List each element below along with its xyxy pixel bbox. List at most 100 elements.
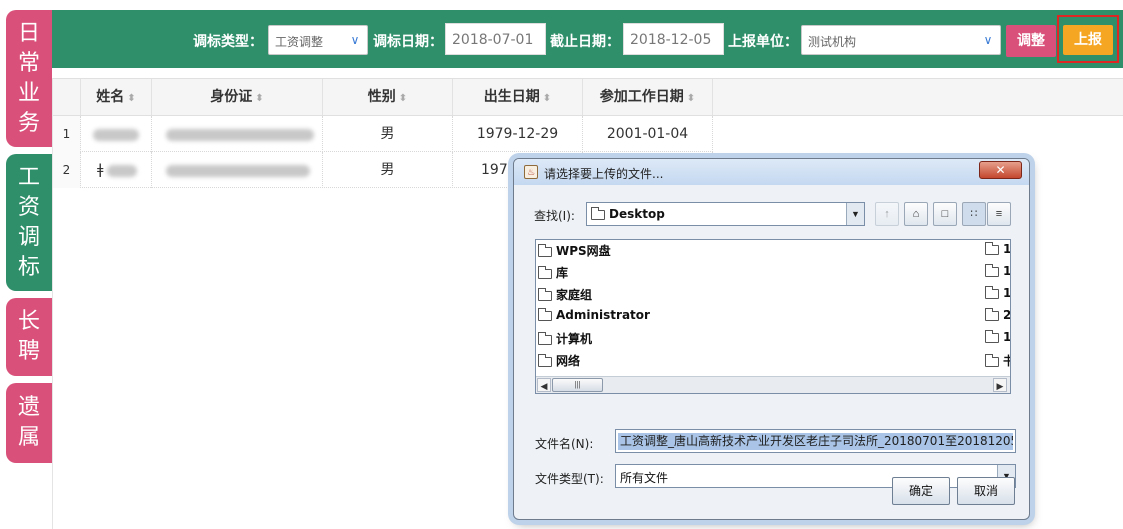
header-name[interactable]: 姓名 ⬍ (81, 79, 152, 115)
up-folder-icon[interactable]: ↑ (875, 202, 899, 226)
header-birth[interactable]: 出生日期 ⬍ (453, 79, 583, 115)
file-item[interactable]: WPS网盘 (538, 242, 611, 262)
date-input[interactable]: 2018-07-01 (445, 23, 546, 55)
app-window: 日 常 业 务 工 资 调 标 长 聘 遗 属 调标类型： 工资调整 ∨ 调标日… (0, 0, 1123, 529)
header-gender-label: 性别 (367, 89, 396, 105)
file-item-label: 1 (1003, 286, 1011, 300)
redacted-idcard (166, 129, 314, 141)
sort-icon: ⬍ (255, 93, 264, 104)
file-item-label: 书 (1003, 354, 1010, 368)
folder-icon (985, 241, 999, 255)
file-list[interactable]: WPS网盘 库 家庭组 Administrator 计算机 网络 1 1 1 2… (535, 239, 1011, 394)
tab-char: 业 (17, 80, 40, 106)
report-highlight-box: 上报 (1057, 15, 1119, 63)
combo-arrow-icon[interactable]: ▼ (846, 203, 864, 225)
home-icon[interactable]: ⌂ (904, 202, 928, 226)
scroll-left-icon[interactable]: ◀ (537, 378, 551, 392)
date-label: 调标日期： (373, 34, 443, 50)
table-row[interactable]: 1 男 1979-12-29 2001-01-04 (53, 116, 713, 152)
header-workdate[interactable]: 参加工作日期 ⬍ (583, 79, 713, 115)
type-select-value: 工资调整 (275, 35, 324, 49)
end-date-input[interactable]: 2018-12-05 (623, 23, 724, 55)
file-item[interactable]: 库 (538, 264, 568, 284)
tab-char: 资 (17, 194, 40, 220)
name-cell: ǂ (81, 152, 152, 188)
close-button[interactable]: ✕ (979, 161, 1022, 179)
filetype-combo[interactable]: 所有文件 ▼ (615, 464, 1016, 488)
report-button[interactable]: 上报 (1063, 25, 1113, 55)
folder-icon (985, 353, 999, 367)
filetype-label: 文件类型(T): (535, 472, 604, 486)
header-idcard[interactable]: 身份证 ⬍ (152, 79, 323, 115)
name-partial: ǂ (97, 162, 104, 178)
file-item[interactable]: 网络 (538, 352, 580, 372)
sort-icon: ⬍ (686, 93, 696, 104)
file-item-label: 1 (1003, 264, 1011, 278)
unit-label: 上报单位： (728, 34, 798, 50)
tab-char: 标 (17, 254, 40, 280)
tab-char: 属 (17, 425, 40, 450)
birth-cell: 1979-12-29 (453, 116, 583, 152)
file-item[interactable]: 家庭组 (538, 286, 592, 306)
file-item[interactable]: Administrator (538, 307, 650, 328)
adjust-button[interactable]: 调整 (1006, 25, 1056, 57)
tab-char: 工 (17, 164, 40, 190)
tab-salary-adjust[interactable]: 工 资 调 标 (6, 154, 52, 291)
new-folder-icon[interactable]: □ (933, 202, 957, 226)
list-view-icon[interactable]: ∷ (962, 202, 986, 226)
tab-survivors[interactable]: 遗 属 (6, 383, 52, 463)
file-item-label: 1 (1003, 330, 1011, 344)
details-view-icon[interactable]: ≡ (987, 202, 1011, 226)
cancel-button[interactable]: 取消 (957, 477, 1015, 505)
file-item[interactable]: 1 (985, 329, 1011, 350)
redacted-idcard (166, 165, 310, 177)
unit-select-value: 测试机构 (808, 35, 857, 49)
ok-button[interactable]: 确定 (892, 477, 950, 505)
folder-icon (538, 331, 552, 345)
header-name-label: 姓名 (96, 89, 125, 105)
header-gender[interactable]: 性别 ⬍ (323, 79, 453, 115)
header-rownum (53, 79, 81, 115)
tab-char: 调 (17, 224, 40, 250)
horizontal-scrollbar[interactable]: ◀ ||| ▶ (536, 376, 1010, 393)
file-item-label: WPS网盘 (556, 244, 611, 258)
workdate-cell: 2001-01-04 (583, 116, 713, 152)
dialog-title: 请选择要上传的文件... (544, 167, 664, 181)
file-chooser-dialog: ♨ 请选择要上传的文件... ✕ 查找(I): Desktop ▼ ↑ ⌂ □ … (513, 158, 1030, 520)
folder-icon (538, 287, 552, 301)
file-item[interactable]: 书 (985, 352, 1010, 372)
tab-char: 聘 (17, 339, 40, 364)
folder-icon (591, 206, 605, 220)
tab-char: 遗 (17, 395, 40, 420)
tab-char: 长 (17, 309, 40, 334)
type-select[interactable]: 工资调整 ∨ (268, 25, 368, 55)
filename-input[interactable]: 工资调整_唐山高新技术产业开发区老庄子司法所_20180701至20181205 (615, 429, 1016, 453)
file-item[interactable]: 1 (985, 285, 1011, 306)
folder-icon (985, 307, 999, 321)
chevron-down-icon: ∨ (983, 33, 993, 47)
sort-icon: ⬍ (127, 93, 136, 104)
gender-cell: 男 (323, 152, 453, 188)
file-item[interactable]: 计算机 (538, 330, 592, 350)
chevron-down-icon: ∨ (350, 33, 360, 47)
file-item[interactable]: 1 (985, 263, 1011, 284)
filename-value: 工资调整_唐山高新技术产业开发区老庄子司法所_20180701至20181205 (618, 433, 1013, 450)
lookin-combo[interactable]: Desktop ▼ (586, 202, 865, 226)
scrollbar-thumb[interactable]: ||| (552, 378, 603, 392)
filename-label: 文件名(N): (535, 437, 594, 451)
dialog-titlebar[interactable]: ♨ 请选择要上传的文件... ✕ (514, 159, 1029, 185)
java-icon: ♨ (524, 165, 538, 179)
file-item[interactable]: 1 (985, 241, 1010, 262)
folder-icon (538, 265, 552, 279)
filetype-value: 所有文件 (620, 471, 669, 485)
name-cell (81, 116, 152, 152)
scroll-right-icon[interactable]: ▶ (993, 378, 1007, 392)
file-item-label: Administrator (556, 308, 650, 322)
idcard-cell (152, 116, 323, 152)
tab-long-term[interactable]: 长 聘 (6, 298, 52, 376)
row-number: 2 (53, 152, 81, 188)
tab-daily-business[interactable]: 日 常 业 务 (6, 10, 52, 147)
row-number: 1 (53, 116, 81, 152)
file-item[interactable]: 2 (985, 307, 1010, 328)
unit-select[interactable]: 测试机构 ∨ (801, 25, 1001, 55)
